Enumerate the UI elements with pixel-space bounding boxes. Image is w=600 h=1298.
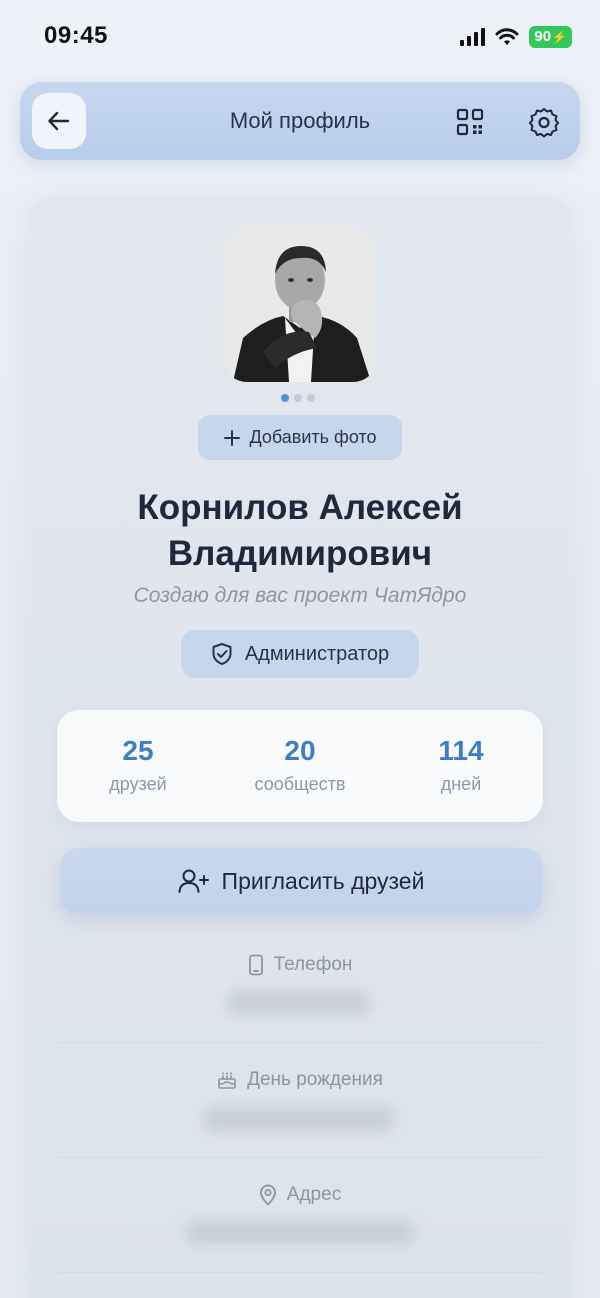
status-bar: 09:45 90 ⚡: [0, 0, 600, 76]
stat-label: друзей: [109, 774, 167, 794]
pagination-dot[interactable]: [294, 394, 302, 402]
phone-label: Телефон: [273, 954, 353, 975]
add-user-icon: [178, 869, 209, 893]
photo-pagination[interactable]: [281, 394, 315, 402]
phone-icon: [248, 954, 263, 976]
birthday-value-blurred: [204, 1106, 394, 1132]
role-label: Администратор: [244, 642, 390, 665]
add-photo-label: Добавить фото: [249, 427, 377, 447]
address-label: Адрес: [286, 1184, 342, 1205]
profile-name-line2: Владимирович: [167, 534, 433, 573]
settings-button[interactable]: [528, 106, 560, 138]
add-photo-button[interactable]: Добавить фото: [198, 415, 402, 460]
profile-bio: Создаю для вас проект ЧатЯдро: [133, 584, 467, 607]
cake-icon: [218, 1072, 236, 1089]
shield-check-icon: [212, 643, 232, 665]
person-photo: [223, 228, 377, 382]
invite-friends-button[interactable]: Пригласить друзей: [60, 848, 542, 914]
stat-label: дней: [440, 774, 482, 794]
address-field-label: Адрес: [0, 1184, 600, 1206]
birthday-field-label: День рождения: [0, 1069, 600, 1091]
gear-icon: [529, 108, 559, 138]
stat-communities[interactable]: 20 сообществ: [230, 734, 370, 795]
stat-days: 114 дней: [391, 734, 531, 795]
stat-value: 114: [438, 735, 484, 766]
profile-photo[interactable]: [223, 228, 377, 382]
qr-code-icon: [456, 108, 484, 136]
divider: [58, 1272, 542, 1273]
pagination-dot[interactable]: [307, 394, 315, 402]
charging-icon: ⚡: [552, 30, 567, 44]
signal-icon: [460, 28, 486, 46]
status-icons: 90 ⚡: [460, 26, 572, 48]
role-badge: Администратор: [181, 630, 419, 678]
stat-friends[interactable]: 25 друзей: [68, 734, 208, 795]
phone-field-label: Телефон: [0, 954, 600, 976]
address-value-blurred: [186, 1220, 414, 1246]
battery-level: 90: [534, 28, 552, 45]
plus-icon: [224, 429, 241, 446]
qr-code-button[interactable]: [456, 108, 484, 136]
phone-value-blurred: [228, 990, 370, 1016]
status-time: 09:45: [44, 22, 108, 49]
birthday-label: День рождения: [247, 1069, 383, 1090]
stats-panel: 25 друзей 20 сообществ 114 дней: [57, 710, 543, 822]
top-bar: Мой профиль: [20, 82, 580, 160]
profile-name-line1: Корнилов Алексей: [137, 488, 463, 527]
stat-value: 25: [122, 735, 154, 766]
stat-label: сообществ: [254, 774, 346, 794]
location-pin-icon: [259, 1184, 276, 1206]
pagination-dot-active[interactable]: [281, 394, 289, 402]
wifi-icon: [495, 28, 519, 45]
page-title: Мой профиль: [229, 108, 371, 133]
invite-label: Пригласить друзей: [221, 867, 425, 894]
stat-value: 20: [284, 735, 316, 766]
battery-indicator: 90 ⚡: [529, 26, 572, 48]
divider: [58, 1157, 542, 1158]
divider: [58, 1042, 542, 1043]
